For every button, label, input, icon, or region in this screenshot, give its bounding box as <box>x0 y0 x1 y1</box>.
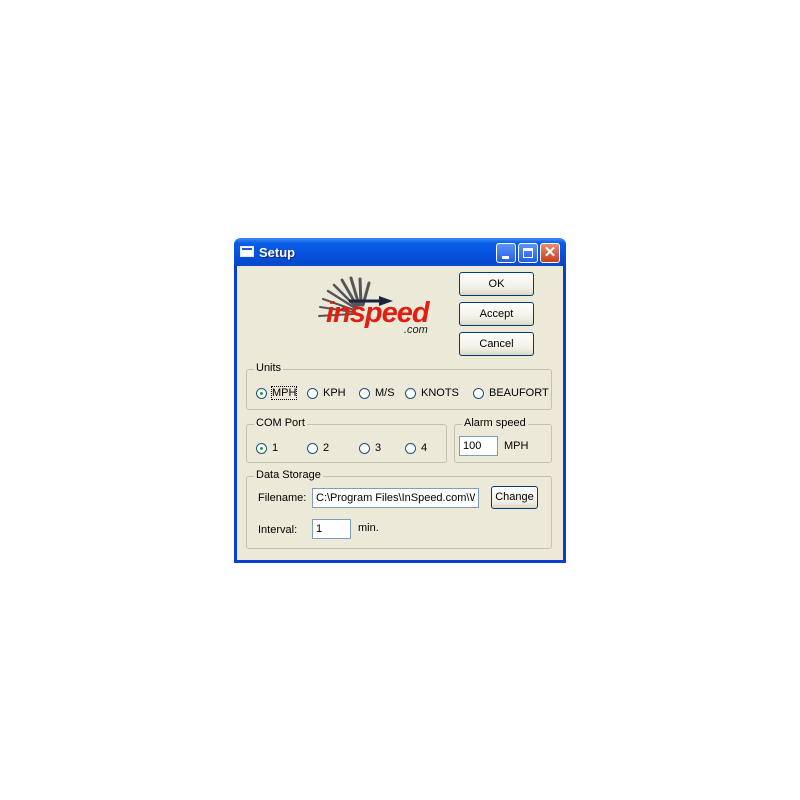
logo-suffix: .com <box>404 324 428 336</box>
inspeed-logo: inspeed .com <box>309 276 441 342</box>
radio-selected-indicator <box>256 443 267 454</box>
com-port-radio-label: 2 <box>323 442 330 454</box>
change-button[interactable]: Change <box>491 486 538 509</box>
window-icon[interactable] <box>240 246 254 257</box>
interval-label: Interval: <box>258 524 298 536</box>
radio-indicator <box>307 388 318 399</box>
close-button[interactable]: ✕ <box>540 243 560 263</box>
accept-button[interactable]: Accept <box>459 302 534 326</box>
units-radio-label: MPH <box>270 386 298 400</box>
maximize-button[interactable] <box>518 243 538 263</box>
radio-indicator <box>307 443 318 454</box>
alarm-speed-legend: Alarm speed <box>462 417 528 429</box>
ok-button[interactable]: OK <box>459 272 534 296</box>
units-radio-label: KPH <box>323 387 346 399</box>
units-radio-label: BEAUFORT <box>489 387 549 399</box>
radio-indicator <box>359 388 370 399</box>
interval-unit: min. <box>358 522 379 534</box>
com-port-radio-label: 1 <box>272 442 279 454</box>
close-icon: ✕ <box>543 244 557 261</box>
alarm-speed-input[interactable] <box>459 436 498 456</box>
window-title: Setup <box>259 245 296 260</box>
data-storage-legend: Data Storage <box>254 469 323 481</box>
dialog-client-area: inspeed .com OK Accept Cancel Units MPH … <box>237 266 563 560</box>
com-port-radio-label: 3 <box>375 442 382 454</box>
interval-input[interactable] <box>312 519 351 539</box>
radio-indicator <box>405 388 416 399</box>
data-storage-group: Data Storage Filename: Change Interval: … <box>246 469 552 549</box>
units-group: Units MPH KPH M/S KNOTS BEAUFORT <box>246 362 552 410</box>
units-radio-label: KNOTS <box>421 387 459 399</box>
radio-indicator <box>473 388 484 399</box>
com-port-legend: COM Port <box>254 417 307 429</box>
minimize-icon <box>502 256 509 259</box>
filename-input[interactable] <box>312 488 479 508</box>
setup-window: Setup ✕ inspeed .com OK Accept Cancel Un… <box>234 238 566 563</box>
radio-selected-indicator <box>256 388 267 399</box>
alarm-speed-group: Alarm speed MPH <box>454 417 552 463</box>
com-port-radio-label: 4 <box>421 442 428 454</box>
alarm-speed-unit: MPH <box>504 440 529 452</box>
com-port-group: COM Port 1 2 3 4 <box>246 417 447 463</box>
maximize-icon <box>523 248 533 258</box>
radio-indicator <box>359 443 370 454</box>
title-bar[interactable]: Setup ✕ <box>234 238 566 266</box>
units-legend: Units <box>254 362 284 374</box>
filename-label: Filename: <box>258 492 307 504</box>
minimize-button[interactable] <box>496 243 516 263</box>
units-radio-label: M/S <box>375 387 395 399</box>
radio-indicator <box>405 443 416 454</box>
cancel-button[interactable]: Cancel <box>459 332 534 356</box>
